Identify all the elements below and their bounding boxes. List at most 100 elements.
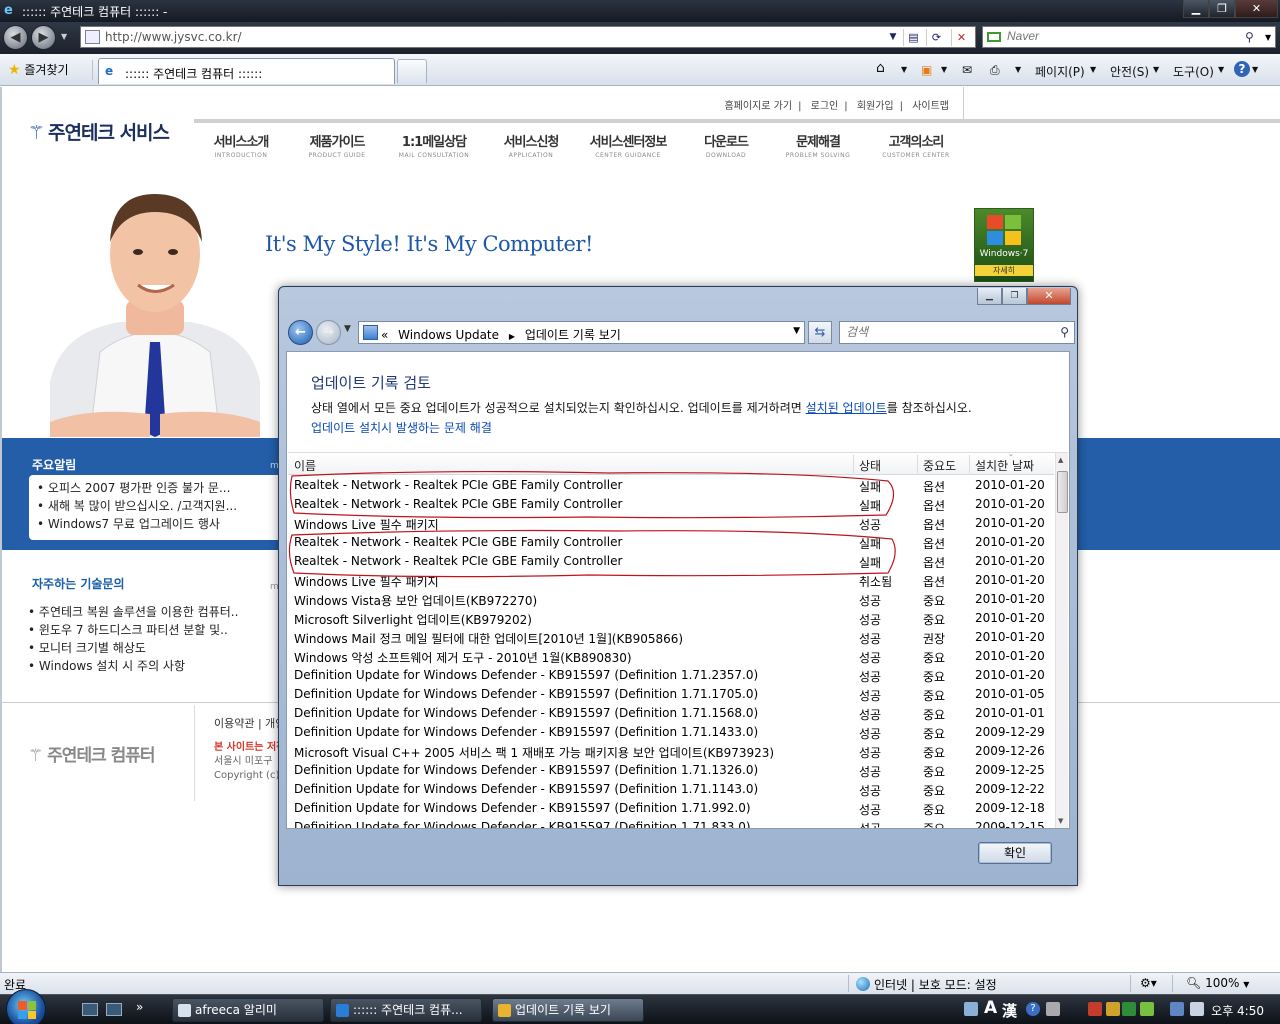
zoom-level[interactable]: 🔍︎ 100% ▼ (1186, 976, 1249, 990)
page-menu[interactable]: 페이지(P) (1035, 63, 1085, 80)
task-ie[interactable]: :::::: 주연테크 컴퓨... (330, 998, 482, 1022)
tray-k-icon[interactable] (1140, 1002, 1154, 1016)
dialog-minimize-button[interactable]: ▁ (977, 288, 1002, 305)
compat-view-icon[interactable]: ▤ (903, 29, 923, 46)
scrollbar-thumb[interactable] (1057, 471, 1068, 513)
table-row[interactable]: Definition Update for Windows Defender -… (288, 780, 1054, 799)
task-afreeca[interactable]: afreeca 알리미 (172, 998, 324, 1022)
breadcrumb-windows-update[interactable]: Windows Update (398, 328, 499, 342)
table-row[interactable]: Windows Live 필수 패키지 성공 옵션 2010-01-20 (288, 514, 1054, 533)
table-row[interactable]: Definition Update for Windows Defender -… (288, 761, 1054, 780)
dialog-back-button[interactable]: ← (288, 320, 313, 345)
table-row[interactable]: Windows Vista용 보안 업데이트(KB972270) 성공 중요 2010… (288, 590, 1054, 609)
faq-item[interactable]: • 윈도우 7 하드디스크 파티션 분할 및.. (28, 621, 238, 639)
start-button[interactable] (6, 989, 46, 1024)
column-install-date[interactable]: 설치한 날짜 (975, 457, 1034, 474)
feeds-icon[interactable]: ▣ (921, 63, 932, 77)
site-logo[interactable]: ⚚ 주연테크 서비스 (28, 118, 170, 145)
table-row[interactable]: Definition Update for Windows Defender -… (288, 666, 1054, 685)
gnb-download[interactable]: 다운로드 DOWNLOAD (696, 131, 756, 159)
gnb-application[interactable]: 서비스신청 APPLICATION (498, 131, 564, 159)
table-scrollbar[interactable]: ▲ ▼ (1055, 453, 1068, 828)
footer-links[interactable]: 이용약관 | 개인 (214, 717, 282, 731)
signup-link[interactable]: 회원가입 (857, 101, 894, 112)
column-name[interactable]: 이름 (294, 457, 316, 474)
ime-options-icon[interactable] (1046, 1002, 1060, 1016)
dialog-address-bar[interactable]: « Windows Update ▶ 업데이트 기록 보기 ▼ (358, 321, 805, 344)
dialog-search-box[interactable]: ⚲ (839, 321, 1075, 344)
gnb-product-guide[interactable]: 제품가이드 PRODUCT GUIDE (302, 131, 372, 159)
show-desktop-icon[interactable] (82, 1003, 98, 1016)
tray-hud-icon[interactable] (1122, 1002, 1136, 1016)
faq-item[interactable]: • Windows 설치 시 주의 사항 (28, 657, 238, 675)
faq-item[interactable]: • 모니터 크기별 해상도 (28, 639, 238, 657)
safety-menu[interactable]: 안전(S) (1110, 63, 1149, 80)
home-icon[interactable]: ⌂ (876, 60, 885, 76)
gnb-customer-center[interactable]: 고객의소리 CUSTOMER CENTER (880, 131, 952, 159)
new-tab-button[interactable] (397, 59, 427, 83)
print-icon[interactable]: ⎙ (990, 63, 1000, 78)
search-icon[interactable]: ⚲ (1060, 325, 1069, 339)
table-row[interactable]: Windows 악성 소프트웨어 제거 도구 - 2010년 1월(KB8908… (288, 647, 1054, 666)
table-row[interactable]: Microsoft Silverlight 업데이트(KB979202) 성공 중요… (288, 609, 1054, 628)
table-row[interactable]: Realtek - Network - Realtek PCIe GBE Fam… (288, 495, 1054, 514)
dialog-maximize-button[interactable]: ❐ (1002, 288, 1027, 305)
windows7-badge[interactable]: Windows·7 자세히 (974, 208, 1034, 282)
maximize-button[interactable]: ❐ (1209, 0, 1235, 18)
table-row[interactable]: Definition Update for Windows Defender -… (288, 723, 1054, 742)
table-row[interactable]: Realtek - Network - Realtek PCIe GBE Fam… (288, 552, 1054, 571)
address-url[interactable]: http://www.jysvc.co.kr/ (105, 30, 242, 44)
favorites-button[interactable]: ★ 즐겨찾기 (8, 61, 69, 78)
tab-jysvc[interactable]: e :::::: 주연테크 컴퓨터 :::::: (98, 58, 395, 84)
help-dropdown-icon[interactable]: ▼ (1252, 65, 1258, 74)
breadcrumb-overflow[interactable]: « (381, 328, 388, 342)
popup-blocker-icon[interactable]: ⚙▾ (1140, 976, 1157, 990)
stop-icon[interactable]: ✕ (951, 29, 971, 46)
table-row[interactable]: Microsoft Visual C++ 2005 서비스 팩 1 재배포 가능… (288, 742, 1054, 761)
breadcrumb-update-history[interactable]: 업데이트 기록 보기 (525, 328, 621, 342)
security-zone[interactable]: 인터넷 | 보호 모드: 설정 (856, 976, 997, 993)
quicklaunch-overflow-icon[interactable]: » (136, 1000, 143, 1014)
dialog-forward-button[interactable]: → (316, 320, 341, 345)
refresh-icon[interactable]: ⟳ (926, 29, 946, 46)
notice-item[interactable]: • 새해 복 많이 받으십시오. /고객지원... (37, 497, 282, 515)
faq-item[interactable]: • 주연테크 복원 솔루션을 이용한 컴퓨터.. (28, 603, 238, 621)
close-button[interactable]: ✕ (1235, 0, 1278, 18)
gnb-problem-solving[interactable]: 문제해결 PROBLEM SOLVING (780, 131, 856, 159)
installed-updates-link[interactable]: 설치된 업데이트 (806, 401, 887, 415)
tray-app-icon[interactable] (1106, 1002, 1120, 1016)
task-update-history[interactable]: 업데이트 기록 보기 (492, 998, 644, 1022)
table-row[interactable]: Definition Update for Windows Defender -… (288, 799, 1054, 818)
network-icon[interactable] (1170, 1002, 1184, 1016)
search-icon[interactable]: ⚲ (1245, 30, 1254, 44)
dialog-refresh-button[interactable]: ⇆ (808, 321, 832, 344)
tools-dropdown-icon[interactable]: ▼ (1218, 65, 1224, 74)
volume-icon[interactable] (1190, 1002, 1204, 1016)
ime-mode-a[interactable]: A (984, 998, 997, 1018)
feeds-dropdown-icon[interactable]: ▼ (941, 65, 947, 74)
notice-item[interactable]: • Windows7 무료 업그레이드 행사 (37, 515, 282, 533)
print-dropdown-icon[interactable]: ▼ (1015, 65, 1021, 74)
tray-app-icon[interactable] (1088, 1002, 1102, 1016)
gnb-center-guidance[interactable]: 서비스센터정보 CENTER GUIDANCE (588, 131, 668, 159)
sitemap-link[interactable]: 사이트맵 (912, 101, 949, 112)
column-importance[interactable]: 중요도 (923, 457, 956, 474)
search-input[interactable] (1007, 29, 1237, 43)
address-dropdown-icon[interactable]: ▼ (883, 29, 903, 46)
ime-tool-icon[interactable] (964, 1002, 978, 1016)
page-dropdown-icon[interactable]: ▼ (1090, 65, 1096, 74)
table-row[interactable]: Windows Mail 정크 메일 필터에 대한 업데이트[2010년 1월]… (288, 628, 1054, 647)
breadcrumb-separator-icon[interactable]: ▶ (509, 332, 515, 341)
forward-button[interactable]: ▶ (31, 25, 56, 50)
switch-windows-icon[interactable] (106, 1003, 122, 1016)
help-icon[interactable]: ? (1234, 61, 1250, 77)
notice-item[interactable]: • 오피스 2007 평가판 인증 불가 문... (37, 479, 282, 497)
dialog-search-input[interactable] (846, 325, 1046, 339)
table-row[interactable]: Definition Update for Windows Defender -… (288, 818, 1054, 828)
table-row[interactable]: Windows Live 필수 패키지 취소됨 옵션 2010-01-20 (288, 571, 1054, 590)
home-link[interactable]: 홈페이지로 가기 (724, 101, 792, 112)
table-row[interactable]: Realtek - Network - Realtek PCIe GBE Fam… (288, 476, 1054, 495)
dialog-address-dropdown-icon[interactable]: ▼ (793, 326, 800, 336)
safety-dropdown-icon[interactable]: ▼ (1153, 65, 1159, 74)
column-status[interactable]: 상태 (859, 457, 881, 474)
